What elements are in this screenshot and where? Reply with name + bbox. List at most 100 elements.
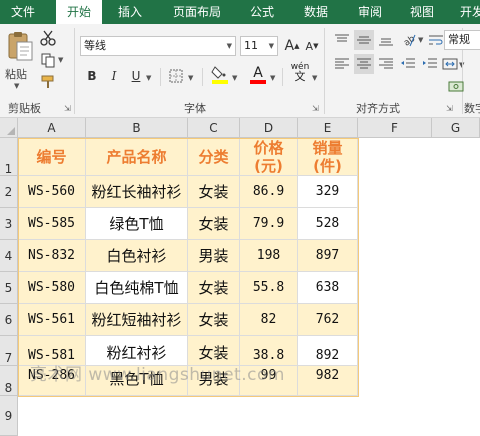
bold-button[interactable]: B (82, 66, 102, 86)
align-left-icon[interactable] (332, 54, 352, 74)
column-header-a[interactable]: A (18, 118, 86, 138)
font-name-combo[interactable]: 等线 ▼ (80, 36, 236, 56)
row-header[interactable]: 7 (0, 336, 18, 366)
align-right-icon[interactable] (376, 54, 396, 74)
decrease-indent-icon[interactable] (398, 54, 418, 74)
table-cell[interactable]: 329 (298, 176, 358, 208)
copy-dropdown-icon[interactable]: ▼ (58, 56, 63, 64)
paste-label[interactable]: 粘贴 (5, 66, 27, 82)
cut-icon[interactable] (38, 28, 58, 48)
row-header[interactable]: 6 (0, 304, 18, 336)
underline-dropdown-icon[interactable]: ▼ (146, 74, 151, 82)
copy-icon[interactable] (38, 50, 58, 70)
underline-button[interactable]: U (126, 66, 146, 86)
header-cell-category[interactable]: 分类 (188, 138, 240, 176)
table-cell[interactable]: 粉红短袖衬衫 (86, 304, 188, 336)
fill-color-dropdown-icon[interactable]: ▼ (232, 74, 237, 82)
table-cell[interactable]: 白色衬衫 (86, 240, 188, 272)
border-dropdown-icon[interactable]: ▼ (188, 74, 193, 82)
grow-font-icon[interactable]: A ▲ (282, 36, 302, 56)
row-header[interactable]: 3 (0, 208, 18, 240)
table-cell[interactable]: 55.8 (240, 272, 298, 304)
table-cell[interactable]: 528 (298, 208, 358, 240)
paste-icon[interactable] (6, 30, 34, 62)
paste-dropdown-icon[interactable]: ▼ (14, 82, 19, 90)
font-launcher-icon[interactable]: ⇲ (312, 104, 319, 113)
phonetic-dropdown-icon[interactable]: ▼ (312, 74, 317, 82)
tab-file[interactable]: 文件 (0, 0, 46, 24)
column-header-d[interactable]: D (240, 118, 298, 138)
column-header-f[interactable]: F (358, 118, 432, 138)
header-cell-sales[interactable]: 销量 (件) (298, 138, 358, 176)
phonetic-guide-icon[interactable]: wén 文 (288, 62, 312, 86)
row-header[interactable]: 2 (0, 176, 18, 208)
italic-button[interactable]: I (104, 66, 124, 86)
row-header[interactable]: 8 (0, 366, 18, 396)
table-cell[interactable]: 762 (298, 304, 358, 336)
header-cell-product-name[interactable]: 产品名称 (86, 138, 188, 176)
merge-center-icon[interactable] (440, 54, 460, 74)
table-cell[interactable]: 女装 (188, 176, 240, 208)
font-color-dropdown-icon[interactable]: ▼ (270, 74, 275, 82)
table-cell[interactable]: 82 (240, 304, 298, 336)
tab-review[interactable]: 审阅 (348, 0, 392, 24)
table-cell[interactable]: 女装 (188, 304, 240, 336)
font-size-combo[interactable]: 11 ▼ (240, 36, 278, 56)
align-middle-icon[interactable] (354, 30, 374, 50)
shrink-font-icon[interactable]: A ▼ (302, 36, 322, 56)
table-cell[interactable]: WS-585 (18, 208, 86, 240)
table-cell[interactable]: 892 (298, 336, 358, 366)
tab-formulas[interactable]: 公式 (240, 0, 284, 24)
header-cell-price[interactable]: 价格 (元) (240, 138, 298, 176)
row-header[interactable]: 5 (0, 272, 18, 304)
table-cell[interactable]: 女装 (188, 272, 240, 304)
table-cell[interactable]: 86.9 (240, 176, 298, 208)
table-cell[interactable]: 女装 (188, 208, 240, 240)
table-cell[interactable]: 绿色T恤 (86, 208, 188, 240)
border-icon[interactable] (166, 66, 186, 86)
increase-indent-icon[interactable] (420, 54, 440, 74)
column-header-b[interactable]: B (86, 118, 188, 138)
tab-home[interactable]: 开始 (56, 0, 102, 25)
tab-view[interactable]: 视图 (400, 0, 444, 24)
table-cell[interactable]: 79.9 (240, 208, 298, 240)
row-header[interactable]: 4 (0, 240, 18, 272)
tab-data[interactable]: 数据 (294, 0, 338, 24)
table-cell[interactable]: 897 (298, 240, 358, 272)
table-cell[interactable]: 982 (298, 366, 358, 396)
select-all-corner[interactable] (0, 118, 18, 138)
table-cell[interactable]: 白色纯棉T恤 (86, 272, 188, 304)
tab-page-layout[interactable]: 页面布局 (162, 0, 232, 24)
font-color-icon[interactable]: A (248, 64, 268, 84)
number-format-combo[interactable]: 常规 (444, 30, 480, 50)
wrap-text-icon[interactable] (426, 30, 446, 50)
orientation-icon[interactable]: ab (398, 30, 418, 50)
column-header-g[interactable]: G (432, 118, 480, 138)
align-center-icon[interactable] (354, 54, 374, 74)
clipboard-launcher-icon[interactable]: ⇲ (64, 104, 71, 113)
table-cell[interactable]: 638 (298, 272, 358, 304)
format-painter-icon[interactable] (38, 72, 58, 92)
fill-color-icon[interactable] (210, 64, 230, 84)
accounting-format-icon[interactable] (446, 76, 466, 96)
alignment-launcher-icon[interactable]: ⇲ (446, 104, 453, 113)
column-header-c[interactable]: C (188, 118, 240, 138)
align-bottom-icon[interactable] (376, 30, 396, 50)
table-cell[interactable]: WS-580 (18, 272, 86, 304)
orientation-dropdown-icon[interactable]: ▼ (418, 36, 423, 44)
column-header-e[interactable]: E (298, 118, 358, 138)
table-cell[interactable]: 198 (240, 240, 298, 272)
font-name-dropdown-icon[interactable]: ▼ (227, 37, 232, 55)
align-top-icon[interactable] (332, 30, 352, 50)
tab-insert[interactable]: 插入 (108, 0, 152, 24)
table-cell[interactable]: WS-561 (18, 304, 86, 336)
font-size-dropdown-icon[interactable]: ▼ (269, 37, 274, 55)
table-cell[interactable]: NS-832 (18, 240, 86, 272)
table-cell[interactable]: 粉红长袖衬衫 (86, 176, 188, 208)
row-header[interactable]: 1 (0, 138, 18, 176)
table-cell[interactable]: WS-560 (18, 176, 86, 208)
header-cell-code[interactable]: 编号 (18, 138, 86, 176)
row-header[interactable]: 9 (0, 396, 18, 436)
tab-developer[interactable]: 开发 (452, 0, 480, 24)
table-cell[interactable]: 男装 (188, 240, 240, 272)
